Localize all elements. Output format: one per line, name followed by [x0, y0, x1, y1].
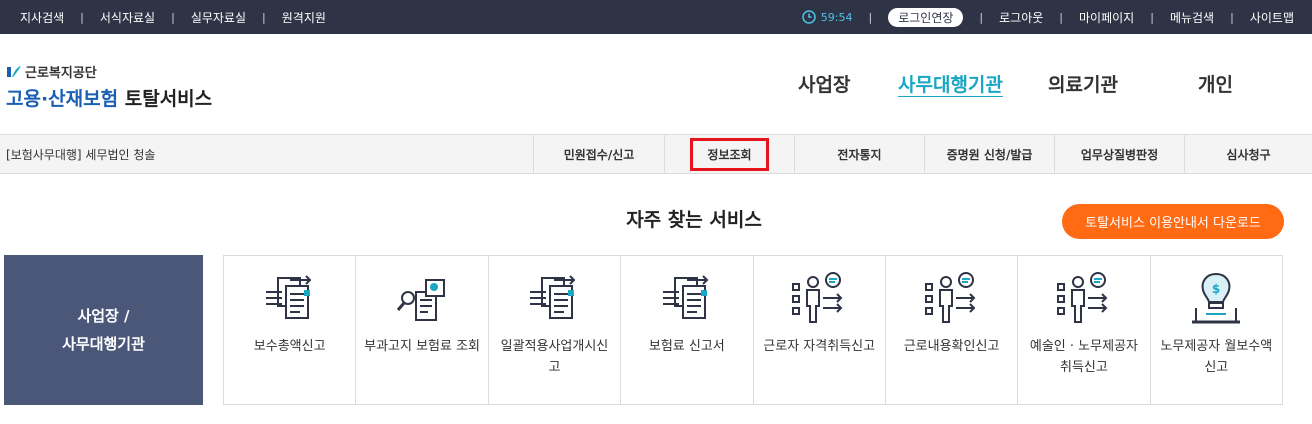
- subnav-e-notice[interactable]: 전자통지: [794, 135, 924, 173]
- timer-value: 59:54: [820, 10, 853, 24]
- separator: |: [80, 10, 84, 24]
- service-label: 예술인 · 노무제공자 취득신고: [1029, 339, 1138, 375]
- link-menu-search[interactable]: 메뉴검색: [1170, 9, 1214, 26]
- guide-download-button[interactable]: 토탈서비스 이용안내서 다운로드: [1062, 204, 1284, 239]
- service-label: 근로내용확인신고: [903, 339, 1000, 354]
- separator: |: [1230, 10, 1234, 24]
- login-extend-button[interactable]: 로그인연장: [888, 7, 964, 27]
- logo-title: 고용·산재보험 토탈서비스: [6, 84, 212, 111]
- search-document-icon: [396, 279, 446, 321]
- category-line: 사무대행기관: [62, 335, 145, 353]
- subnav-label: 증명원 신청/발급: [946, 147, 1033, 162]
- link-branch-search[interactable]: 지사검색: [20, 9, 64, 26]
- nav-individual[interactable]: 개인: [1198, 70, 1233, 97]
- svg-text:$: $: [1212, 282, 1220, 296]
- nav-workplace[interactable]: 사업장: [798, 70, 850, 97]
- subnav-label: 전자통지: [837, 147, 882, 162]
- logo-org-line: 근로복지공단: [6, 62, 212, 81]
- service-grid: 보수총액신고 부과고지 보험료 조회 일괄적용사업개시신고 보험료 신고서 근로…: [223, 255, 1283, 405]
- separator: |: [262, 10, 266, 24]
- service-label: 노무제공자 월보수액 신고: [1160, 339, 1273, 375]
- subnav-civil-filing[interactable]: 민원접수/신고: [533, 135, 664, 173]
- kcomwel-logo-icon: [7, 65, 21, 77]
- person-checklist-icon: [1056, 272, 1108, 323]
- top-utility-bar: 지사검색 | 서식자료실 | 실무자료실 | 원격지원 59:54 | 로그인연…: [0, 0, 1312, 34]
- top-left-links: 지사검색 | 서식자료실 | 실무자료실 | 원격지원: [20, 0, 326, 34]
- site-logo[interactable]: 근로복지공단 고용·산재보험 토탈서비스: [6, 62, 212, 111]
- link-my-page[interactable]: 마이페이지: [1079, 9, 1134, 26]
- link-form-library[interactable]: 서식자료실: [100, 9, 155, 26]
- subnav-label: 민원접수/신고: [563, 147, 635, 162]
- service-card[interactable]: $ 노무제공자 월보수액 신고: [1149, 256, 1282, 404]
- service-label: 일괄적용사업개시신고: [500, 339, 609, 375]
- subnav-certificate[interactable]: 증명원 신청/발급: [924, 135, 1054, 173]
- clock-icon: [802, 10, 816, 24]
- document-arrows-icon: [530, 275, 576, 319]
- person-checklist-icon: [924, 272, 975, 323]
- document-arrows-icon: [662, 275, 709, 319]
- person-checklist-icon: [792, 272, 843, 323]
- separator: |: [1150, 10, 1154, 24]
- service-label: 보험료 신고서: [648, 339, 725, 354]
- link-remote-support[interactable]: 원격지원: [282, 9, 326, 26]
- category-box: 사업장 / 사무대행기관: [4, 255, 203, 405]
- separator: |: [1059, 10, 1064, 24]
- service-card[interactable]: 부과고지 보험료 조회: [355, 256, 487, 404]
- separator: |: [868, 10, 873, 24]
- service-label: 보수총액신고: [253, 339, 326, 354]
- service-card[interactable]: 예술인 · 노무제공자 취득신고: [1017, 256, 1149, 404]
- money-bulb-icon: $: [1192, 272, 1241, 324]
- subnav-occupational-disease[interactable]: 업무상질병판정: [1054, 135, 1184, 173]
- service-card[interactable]: 보험료 신고서: [620, 256, 752, 404]
- service-card[interactable]: 근로내용확인신고: [884, 256, 1017, 404]
- link-logout[interactable]: 로그아웃: [999, 9, 1043, 26]
- agency-name: [보험사무대행] 세무법인 청솔: [6, 147, 156, 162]
- logo-title-main: 고용·산재보험: [6, 88, 119, 110]
- service-card[interactable]: 일괄적용사업개시신고: [487, 256, 620, 404]
- top-right-links: 59:54 | 로그인연장 | 로그아웃 | 마이페이지 | 메뉴검색 | 사이…: [802, 0, 1294, 34]
- service-card[interactable]: 근로자 자격취득신고: [752, 256, 885, 404]
- service-label: 부과고지 보험료 조회: [364, 339, 481, 354]
- separator: |: [979, 10, 984, 24]
- service-card[interactable]: 보수총액신고: [224, 256, 355, 404]
- subnav-label-highlighted: 정보조회: [690, 137, 769, 171]
- link-practice-library[interactable]: 실무자료실: [191, 9, 246, 26]
- subnav-label: 심사청구: [1226, 147, 1271, 162]
- subnav-review-request[interactable]: 심사청구: [1184, 135, 1312, 173]
- document-arrows-icon: [265, 275, 312, 319]
- subnav-info-inquiry[interactable]: 정보조회: [664, 135, 794, 173]
- logo-org-name: 근로복지공단: [25, 66, 97, 81]
- category-line: 사업장 /: [77, 307, 130, 325]
- nav-agency[interactable]: 사무대행기관: [898, 70, 1003, 97]
- subnav-label: 업무상질병판정: [1080, 147, 1159, 162]
- nav-medical[interactable]: 의료기관: [1048, 70, 1118, 97]
- service-label: 근로자 자격취득신고: [763, 339, 876, 354]
- separator: |: [171, 10, 175, 24]
- link-sitemap[interactable]: 사이트맵: [1250, 9, 1294, 26]
- session-timer: 59:54: [802, 10, 853, 24]
- sub-navigation: [보험사무대행] 세무법인 청솔 민원접수/신고 정보조회 전자통지 증명원 신…: [0, 134, 1312, 174]
- logo-title-sub: 토탈서비스: [124, 88, 213, 110]
